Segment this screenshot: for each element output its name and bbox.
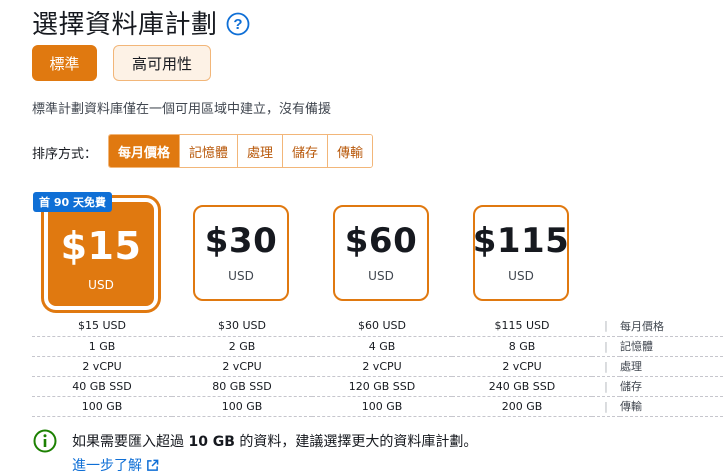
spec-value: 100 GB: [172, 396, 312, 417]
spec-value: 2 vCPU: [172, 356, 312, 377]
spec-row-memory: 1 GB 2 GB 4 GB 8 GB | 記憶體: [32, 336, 723, 357]
sort-option-transfer[interactable]: 傳輸: [328, 135, 373, 167]
sort-option-processing[interactable]: 處理: [238, 135, 284, 167]
sort-option-storage[interactable]: 儲存: [283, 135, 329, 167]
spec-row-transfer: 100 GB 100 GB 100 GB 200 GB | 傳輸: [32, 396, 723, 417]
plan-currency: USD: [88, 278, 114, 292]
plan-price: $115: [472, 221, 570, 261]
plan-price: $60: [344, 221, 418, 261]
spec-value: $15 USD: [32, 316, 172, 337]
sort-option-monthly-price[interactable]: 每月價格: [109, 135, 181, 167]
spec-separator: |: [592, 336, 620, 357]
spec-value: 4 GB: [312, 336, 452, 357]
page-title: 選擇資料庫計劃: [32, 10, 218, 40]
info-text-before: 如果需要匯入超過: [72, 434, 189, 450]
plan-currency: USD: [228, 269, 254, 283]
external-link-icon: [147, 459, 159, 471]
spec-value: $115 USD: [452, 316, 592, 337]
spec-value: 2 vCPU: [312, 356, 452, 377]
spec-value: 100 GB: [312, 396, 452, 417]
svg-text:?: ?: [233, 16, 242, 33]
free-trial-badge: 首 90 天免費: [33, 192, 112, 212]
page-header: 選擇資料庫計劃 ?: [32, 4, 250, 41]
spec-value: 2 GB: [172, 336, 312, 357]
sort-segmented-control: 每月價格 記憶體 處理 儲存 傳輸: [108, 134, 374, 168]
spec-value: $30 USD: [172, 316, 312, 337]
plan-spec-table: $15 USD $30 USD $60 USD $115 USD | 每月價格 …: [32, 316, 723, 417]
spec-value: 1 GB: [32, 336, 172, 357]
info-text-bold: 10 GB: [188, 434, 235, 450]
plan-description: 標準計劃資料庫僅在一個可用區域中建立，沒有備援: [32, 102, 332, 117]
spec-separator: |: [592, 376, 620, 397]
plan-currency: USD: [508, 269, 534, 283]
spec-value: 100 GB: [32, 396, 172, 417]
plan-price: $15: [60, 224, 142, 268]
spec-value: 2 vCPU: [452, 356, 592, 377]
spec-value: 240 GB SSD: [452, 376, 592, 397]
learn-more-label: 進一步了解: [72, 458, 142, 472]
plan-card-15[interactable]: $15 USD: [44, 198, 158, 310]
info-notice: 如果需要匯入超過 10 GB 的資料，建議選擇更大的資料庫計劃。: [33, 429, 477, 453]
spec-label: 傳輸: [620, 396, 723, 417]
spec-row-processing: 2 vCPU 2 vCPU 2 vCPU 2 vCPU | 處理: [32, 356, 723, 377]
info-text: 如果需要匯入超過 10 GB 的資料，建議選擇更大的資料庫計劃。: [72, 431, 477, 451]
spec-value: $60 USD: [312, 316, 452, 337]
spec-label: 每月價格: [620, 316, 723, 337]
spec-value: 120 GB SSD: [312, 376, 452, 397]
learn-more-link[interactable]: 進一步了解: [72, 455, 159, 472]
spec-value: 200 GB: [452, 396, 592, 417]
spec-value: 40 GB SSD: [32, 376, 172, 397]
plan-card-30[interactable]: $30 USD: [193, 205, 289, 301]
spec-label: 處理: [620, 356, 723, 377]
spec-value: 2 vCPU: [32, 356, 172, 377]
spec-value: 8 GB: [452, 336, 592, 357]
spec-row-monthly-price: $15 USD $30 USD $60 USD $115 USD | 每月價格: [32, 316, 723, 337]
question-circle-icon[interactable]: ?: [226, 12, 250, 36]
info-text-after: 的資料，建議選擇更大的資料庫計劃。: [234, 434, 478, 450]
spec-separator: |: [592, 356, 620, 377]
spec-separator: |: [592, 396, 620, 417]
spec-label: 記憶體: [620, 336, 723, 357]
spec-row-storage: 40 GB SSD 80 GB SSD 120 GB SSD 240 GB SS…: [32, 376, 723, 397]
spec-separator: |: [592, 316, 620, 337]
sort-label: 排序方式：: [32, 147, 98, 162]
sort-option-memory[interactable]: 記憶體: [180, 135, 239, 167]
high-availability-plan-button[interactable]: 高可用性: [113, 45, 211, 81]
standard-plan-button[interactable]: 標準: [32, 45, 97, 81]
info-circle-icon: [33, 429, 57, 453]
plan-card-60[interactable]: $60 USD: [333, 205, 429, 301]
spec-value: 80 GB SSD: [172, 376, 312, 397]
plan-card-115[interactable]: $115 USD: [473, 205, 569, 301]
plan-price: $30: [204, 221, 278, 261]
plan-currency: USD: [368, 269, 394, 283]
spec-label: 儲存: [620, 376, 723, 397]
